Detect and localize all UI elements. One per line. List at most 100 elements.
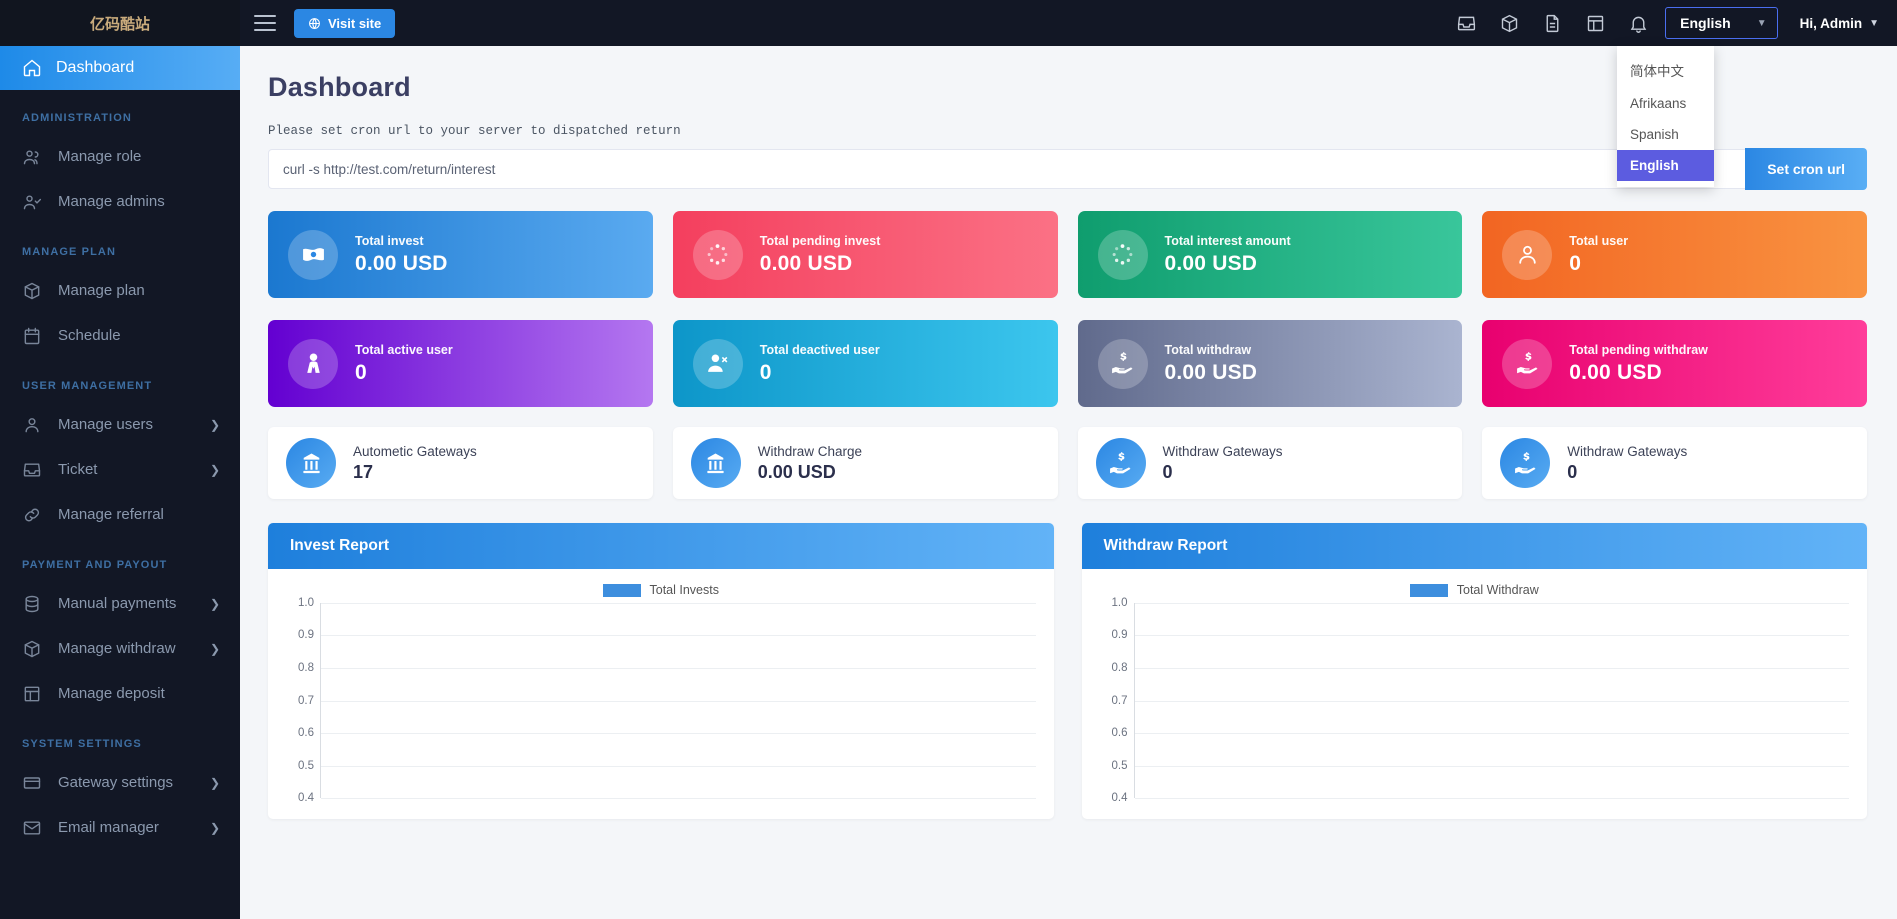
sidebar-item-gateway-settings[interactable]: Gateway settings ❯: [0, 760, 240, 805]
gridline: [321, 635, 1036, 637]
stat-icon-wrap: [1097, 338, 1148, 389]
sidebar-section-title: SYSTEM SETTINGS: [22, 738, 142, 750]
users-icon: [22, 147, 42, 167]
language-dropdown-menu[interactable]: 简体中文 Afrikaans Spanish English: [1617, 46, 1714, 187]
y-tick-label: 0.9: [298, 629, 314, 642]
inbox-icon[interactable]: [1456, 13, 1477, 34]
bell-icon[interactable]: [1628, 13, 1649, 34]
gridline: [321, 798, 1036, 799]
sidebar-item-label: Manage plan: [58, 282, 145, 299]
sidebar-item-ticket[interactable]: Ticket ❯: [0, 447, 240, 492]
sidebar-item-label: Gateway settings: [58, 774, 174, 791]
stat-icon-wrap: [288, 338, 338, 389]
account-menu[interactable]: Hi, Admin ▼: [1800, 16, 1879, 31]
chevron-down-icon: ▼: [1869, 17, 1879, 29]
sidebar-item-manual-payments[interactable]: Manual payments ❯: [0, 581, 240, 626]
file-icon[interactable]: [1542, 13, 1563, 34]
gridline: [321, 765, 1036, 767]
chart-legend: Total Withdraw: [1100, 583, 1850, 597]
chart-card: Withdraw Report Total Withdraw 1.0 0.9 0.8 0.…: [1081, 523, 1867, 819]
stats-row-1: Total invest 0.00 USD Total pending invest…: [268, 211, 1867, 298]
stat-card[interactable]: Total interest amount 0.00 USD: [1077, 211, 1463, 298]
info-card[interactable]: Withdraw Gateways 0: [1482, 427, 1867, 499]
info-title: Withdraw Gateways: [1567, 443, 1688, 459]
money-bill-icon: [301, 242, 326, 267]
language-selector[interactable]: English ▼: [1665, 7, 1778, 39]
stat-title: Total user: [1569, 233, 1629, 248]
language-option-简体中文[interactable]: 简体中文: [1617, 52, 1714, 88]
sidebar-section-title: ADMINISTRATION: [22, 112, 132, 124]
gridline: [1134, 732, 1849, 734]
sidebar-item-label: Manage withdraw: [58, 640, 176, 657]
chart-legend: Total Invests: [286, 583, 1036, 597]
database-icon: [22, 594, 42, 614]
sidebar-item-manage-deposit[interactable]: Manage deposit: [0, 671, 240, 716]
y-tick-label: 0.7: [1111, 694, 1128, 707]
chevron-down-icon: ▼: [1756, 17, 1767, 29]
stat-card[interactable]: Total user 0: [1482, 211, 1867, 298]
stat-card[interactable]: Total pending withdraw 0.00 USD: [1482, 320, 1867, 407]
chart-plot-area: 1.0 0.9 0.8 0.7 0.6 0.5 0.4: [1112, 597, 1849, 804]
home-icon: [22, 58, 42, 78]
sidebar-section-title: MANAGE PLAN: [22, 246, 116, 258]
stat-card[interactable]: Total pending invest 0.00 USD: [672, 211, 1058, 298]
info-icon-wrap: [1095, 438, 1146, 488]
box-icon[interactable]: [1499, 13, 1520, 34]
sidebar-item-email-manager[interactable]: Email manager ❯: [0, 805, 240, 850]
set-cron-url-button[interactable]: Set cron url: [1745, 148, 1867, 190]
inbox-icon: [22, 460, 42, 480]
user-check-icon: [22, 192, 42, 212]
language-option-english[interactable]: English: [1617, 150, 1714, 181]
hand-money-icon: [1515, 351, 1540, 376]
stat-card[interactable]: Total active user 0: [268, 320, 653, 407]
gridline: [321, 603, 1036, 604]
gridline: [1134, 667, 1849, 669]
gridline: [321, 667, 1036, 669]
info-title: Autometic Gateways: [353, 443, 477, 459]
sidebar-item-dashboard[interactable]: Dashboard: [0, 46, 240, 90]
mail-icon: [22, 818, 42, 838]
sidebar-item-manage-referral[interactable]: Manage referral: [0, 492, 240, 537]
info-card[interactable]: Withdraw Charge 0.00 USD: [672, 427, 1058, 499]
sidebar-item-label: Schedule: [58, 327, 121, 344]
gridline: [321, 700, 1036, 702]
legend-label: Total Invests: [649, 583, 719, 597]
stat-title: Total deactived user: [759, 342, 880, 357]
sidebar-item-label: Ticket: [58, 461, 98, 478]
sidebar-item-label: Manage admins: [58, 193, 165, 210]
y-tick-label: 1.0: [298, 597, 314, 609]
sidebar-item-manage-withdraw[interactable]: Manage withdraw ❯: [0, 626, 240, 671]
app-root: 亿码酷站 Dashboard ADMINISTRATION Manage role…: [0, 0, 1897, 919]
stat-value: 0.00 USD: [1164, 251, 1258, 275]
table-icon[interactable]: [1585, 13, 1606, 34]
stat-title: Total interest amount: [1164, 233, 1291, 248]
sidebar-item-label: Dashboard: [56, 59, 135, 76]
sidebar-item-manage-plan[interactable]: Manage plan: [0, 268, 240, 313]
calendar-icon: [22, 326, 42, 346]
chart-body: Total Invests 1.0 0.9 0.8 0.7 0.6 0.5 0.4: [268, 569, 1054, 819]
info-card[interactable]: Autometic Gateways 17: [268, 427, 653, 499]
stat-icon-wrap: [1097, 229, 1148, 280]
sidebar-item-schedule[interactable]: Schedule: [0, 313, 240, 358]
language-option-spanish[interactable]: Spanish: [1617, 119, 1714, 150]
sidebar-item-label: Manage users: [58, 416, 154, 433]
info-card[interactable]: Withdraw Gateways 0: [1077, 427, 1463, 499]
sidebar-item-label: Email manager: [58, 819, 159, 836]
y-tick-label: 0.7: [298, 694, 314, 707]
y-tick-label: 0.5: [1111, 759, 1128, 772]
sidebar-item-manage-role[interactable]: Manage role: [0, 134, 240, 179]
sidebar-item-manage-users[interactable]: Manage users ❯: [0, 402, 240, 447]
info-cards-row: Autometic Gateways 17 Withdraw Charge 0.00 …: [268, 427, 1867, 499]
stat-card[interactable]: Total invest 0.00 USD: [268, 211, 653, 298]
stat-card[interactable]: Total withdraw 0.00 USD: [1077, 320, 1463, 407]
globe-icon: [309, 17, 320, 29]
user-times-icon: [705, 351, 730, 376]
hamburger-icon[interactable]: [254, 15, 276, 31]
sidebar-item-manage-admins[interactable]: Manage admins: [0, 179, 240, 224]
language-option-afrikaans[interactable]: Afrikaans: [1617, 88, 1714, 119]
user-tie-icon: [301, 351, 326, 376]
visit-site-button[interactable]: Visit site: [294, 8, 396, 38]
chevron-right-icon: ❯: [209, 417, 220, 432]
stat-card[interactable]: Total deactived user 0: [672, 320, 1058, 407]
y-tick-label: 0.9: [1111, 629, 1128, 642]
